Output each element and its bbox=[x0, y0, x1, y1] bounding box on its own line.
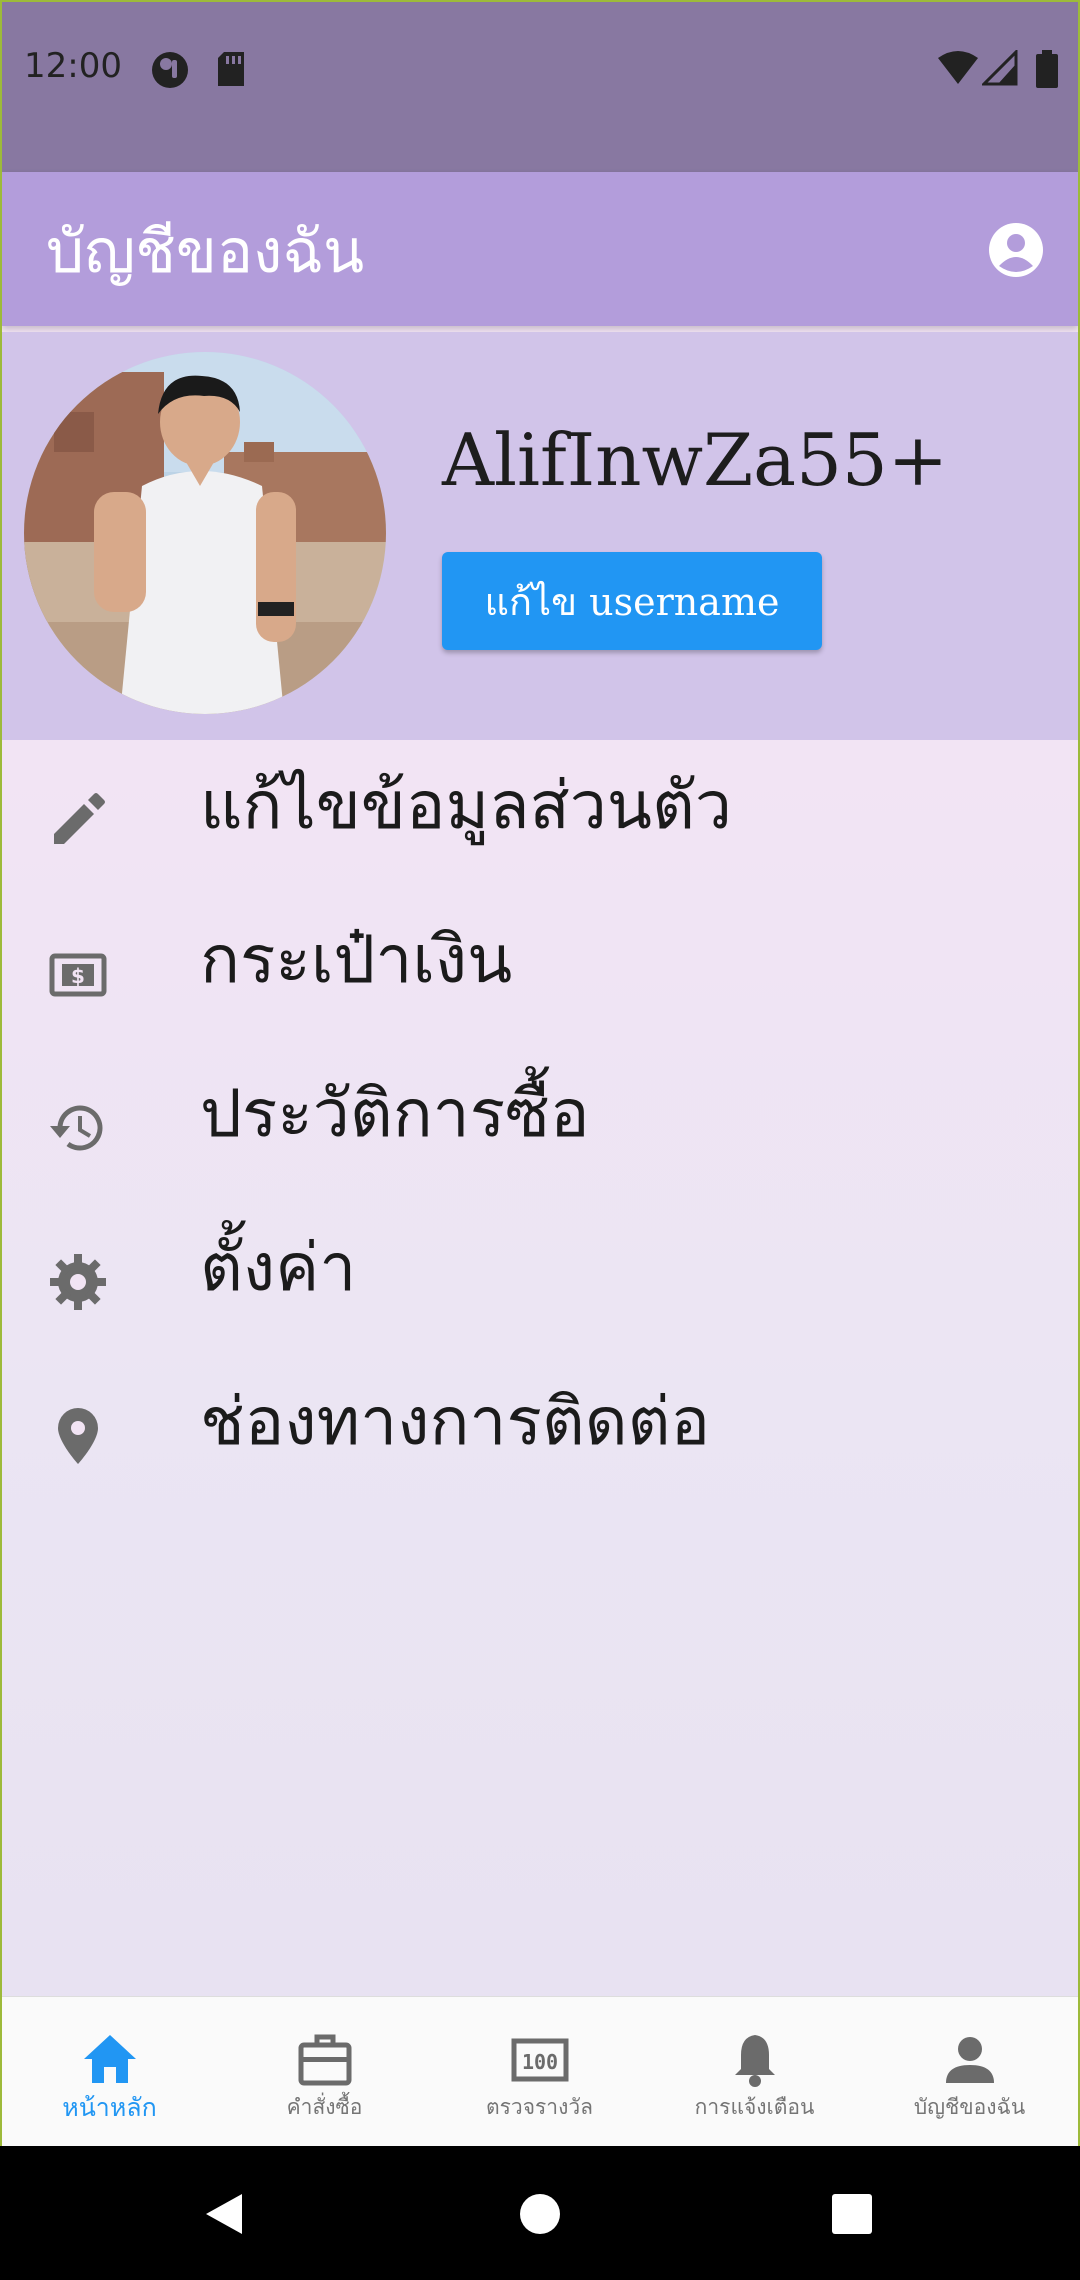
nav-label: การแจ้งเตือน bbox=[694, 2095, 815, 2119]
profile-photo bbox=[24, 352, 386, 714]
nav-item-my-account[interactable]: บัญชีของฉัน bbox=[862, 1997, 1077, 2146]
system-navigation-bar bbox=[0, 2146, 1080, 2280]
lottery-icon: 100 bbox=[511, 2038, 568, 2082]
location-pin-icon bbox=[58, 1408, 98, 1464]
menu-item-label: ประวัติการซื้อ bbox=[200, 1075, 590, 1152]
menu-item-label: กระเป๋าเงิน bbox=[200, 921, 513, 998]
menu-item-wallet[interactable]: $ กระเป๋าเงิน bbox=[2, 896, 1078, 1050]
nav-label: คำสั่งซื้อ bbox=[286, 2095, 363, 2119]
briefcase-icon bbox=[298, 2034, 351, 2086]
back-icon[interactable] bbox=[202, 2192, 246, 2236]
pencil-icon bbox=[54, 793, 105, 844]
edit-username-button[interactable]: แก้ไข username bbox=[442, 552, 822, 650]
nav-item-home[interactable]: หน้าหลัก bbox=[2, 1997, 217, 2146]
history-icon bbox=[50, 1105, 103, 1151]
recents-icon[interactable] bbox=[830, 2192, 874, 2236]
home-circle-icon[interactable] bbox=[518, 2192, 562, 2236]
home-icon bbox=[83, 2035, 136, 2083]
menu-item-label: ช่องทางการติดต่อ bbox=[200, 1383, 711, 1460]
app-bar: บัญชีของฉัน bbox=[2, 172, 1078, 326]
status-bar: 12:00 bbox=[2, 2, 1078, 172]
sd-card-icon bbox=[218, 52, 244, 86]
menu-item-settings[interactable]: ตั้งค่า bbox=[2, 1204, 1078, 1358]
profile-header: AlifInwZa55+ แก้ไข username bbox=[2, 332, 1078, 740]
nav-item-notifications[interactable]: การแจ้งเตือน bbox=[647, 1997, 862, 2146]
svg-text:$: $ bbox=[71, 964, 85, 988]
battery-icon bbox=[1036, 50, 1058, 88]
menu-item-label: แก้ไขข้อมูลส่วนตัว bbox=[200, 767, 732, 844]
account-menu: แก้ไขข้อมูลส่วนตัว $ กระเป๋าเงิน ประวัติ… bbox=[2, 742, 1078, 1512]
nav-item-orders[interactable]: คำสั่งซื้อ bbox=[217, 1997, 432, 2146]
gear-icon bbox=[50, 1254, 106, 1310]
bell-icon bbox=[734, 2035, 775, 2087]
nav-label: หน้าหลัก bbox=[62, 2093, 157, 2122]
wallet-icon: $ bbox=[49, 953, 107, 997]
nav-label: ตรวจรางวัล bbox=[486, 2095, 593, 2119]
menu-item-label: ตั้งค่า bbox=[200, 1229, 357, 1306]
account-circle-icon[interactable] bbox=[988, 222, 1044, 278]
avatar[interactable] bbox=[24, 352, 386, 714]
username: AlifInwZa55+ bbox=[442, 418, 949, 502]
menu-item-contact[interactable]: ช่องทางการติดต่อ bbox=[2, 1358, 1078, 1512]
status-time: 12:00 bbox=[24, 46, 122, 86]
person-icon bbox=[945, 2037, 994, 2083]
nav-label: บัญชีของฉัน bbox=[913, 2095, 1026, 2119]
cellular-signal-icon bbox=[982, 50, 1018, 86]
app-screen: 12:00 บัญชีของฉัน AlifInwZa55+ แก้ไข use… bbox=[0, 0, 1080, 2146]
wifi-icon bbox=[938, 51, 978, 84]
page-title: บัญชีของฉัน bbox=[46, 217, 365, 287]
app-notification-icon bbox=[152, 52, 188, 88]
menu-item-edit-profile[interactable]: แก้ไขข้อมูลส่วนตัว bbox=[2, 742, 1078, 896]
bottom-navigation: หน้าหลัก คำสั่งซื้อ 100 ตรวจรางวัล การแจ… bbox=[2, 1996, 1078, 2146]
nav-item-lottery-check[interactable]: 100 ตรวจรางวัล bbox=[432, 1997, 647, 2146]
menu-item-purchase-history[interactable]: ประวัติการซื้อ bbox=[2, 1050, 1078, 1204]
svg-text:100: 100 bbox=[521, 2050, 557, 2074]
